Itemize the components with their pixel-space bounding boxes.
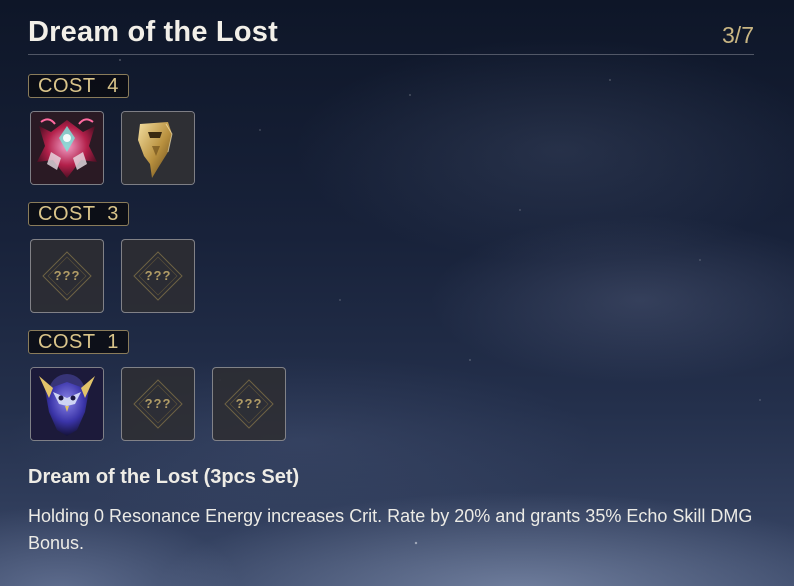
unknown-echo-label: ??? [144, 396, 172, 411]
echo-slot-cost4-2[interactable] [121, 111, 195, 185]
echo-slot-cost4-1[interactable] [30, 111, 104, 185]
cost-1-badge: COST 1 [28, 330, 129, 354]
collection-counter: 3/7 [722, 22, 754, 48]
echo-slot-cost1-1[interactable] [30, 367, 104, 441]
echo-slot-cost3-1[interactable]: ??? [30, 239, 104, 313]
red-crystal-beast-echo-icon [31, 112, 103, 184]
golden-mask-echo-icon [122, 112, 194, 184]
echo-slot-cost3-2[interactable]: ??? [121, 239, 195, 313]
unknown-echo-label: ??? [144, 268, 172, 283]
unknown-echo-label: ??? [53, 268, 81, 283]
page-title: Dream of the Lost [28, 16, 278, 48]
echo-slot-cost1-2[interactable]: ??? [121, 367, 195, 441]
set-bonus-description: Holding 0 Resonance Energy increases Cri… [28, 506, 753, 553]
purple-owl-echo-icon [31, 368, 103, 440]
set-bonus-title: Dream of the Lost (3pcs Set) [28, 466, 300, 488]
cost-4-badge: COST 4 [28, 74, 129, 98]
echo-slot-cost1-3[interactable]: ??? [212, 367, 286, 441]
unknown-echo-label: ??? [235, 396, 263, 411]
set-header: Dream of the Lost 3/7 [28, 14, 754, 55]
cost-3-badge: COST 3 [28, 202, 129, 226]
